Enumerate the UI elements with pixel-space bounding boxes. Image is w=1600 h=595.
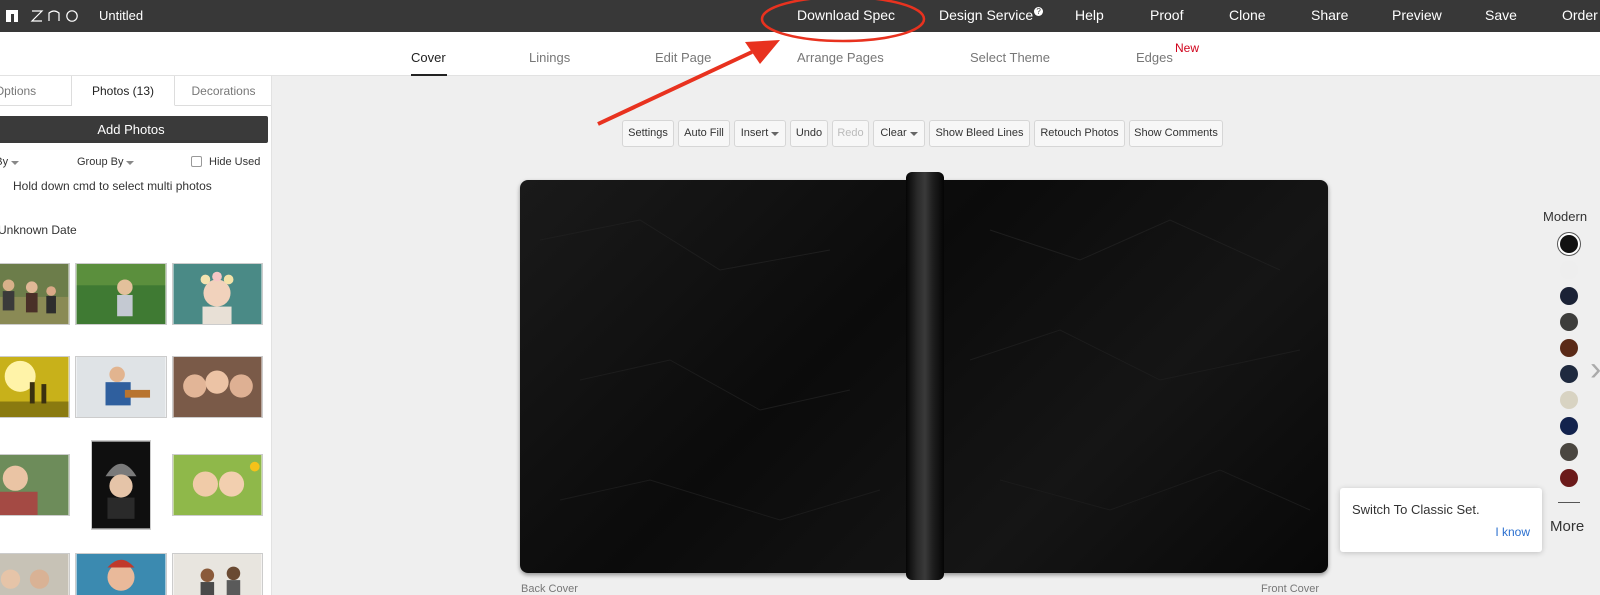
- multi-select-hint: Hold down cmd to select multi photos: [13, 179, 212, 193]
- show-bleed-lines-button[interactable]: Show Bleed Lines: [929, 120, 1030, 147]
- photo-thumbnail[interactable]: [172, 356, 263, 418]
- chevron-right-icon[interactable]: ›: [1590, 350, 1600, 389]
- insert-button[interactable]: Insert: [734, 120, 786, 147]
- classic-set-tooltip: Switch To Classic Set. I know: [1340, 488, 1542, 552]
- download-spec-button[interactable]: Download Spec: [797, 7, 895, 23]
- tooltip-message: Switch To Classic Set.: [1352, 502, 1480, 517]
- hide-used-checkbox[interactable]: [191, 156, 202, 167]
- more-swatches-button[interactable]: More: [1550, 518, 1584, 535]
- auto-fill-button[interactable]: Auto Fill: [678, 120, 730, 147]
- divider: [1558, 502, 1580, 503]
- material-set-name: Modern: [1543, 209, 1588, 224]
- color-swatch[interactable]: [1560, 235, 1578, 253]
- color-swatch[interactable]: [1560, 443, 1578, 461]
- design-service-label: Design Service: [939, 7, 1034, 23]
- share-button[interactable]: Share: [1311, 7, 1348, 23]
- preview-button[interactable]: Preview: [1392, 7, 1442, 23]
- chevron-down-icon: [11, 161, 20, 165]
- save-button[interactable]: Save: [1485, 7, 1517, 23]
- color-swatch[interactable]: [1560, 261, 1578, 279]
- clear-button[interactable]: Clear: [873, 120, 925, 147]
- top-bar: Untitled Download Spec Design Service? H…: [0, 0, 1600, 32]
- color-swatch[interactable]: [1560, 287, 1578, 305]
- chevron-down-icon: [909, 132, 918, 136]
- show-comments-button[interactable]: Show Comments: [1129, 120, 1223, 147]
- tab-linings[interactable]: Linings: [529, 50, 570, 65]
- chevron-down-icon: [126, 161, 135, 165]
- tab-edges[interactable]: Edges: [1136, 50, 1173, 65]
- order-button[interactable]: Order: [1562, 7, 1598, 23]
- new-badge: New: [1175, 41, 1200, 55]
- chevron-down-icon: [771, 132, 780, 136]
- zno-logo[interactable]: [6, 8, 86, 24]
- help-badge-icon: ?: [1034, 7, 1044, 16]
- photo-thumbnail[interactable]: [0, 263, 70, 325]
- color-swatch[interactable]: [1560, 469, 1578, 487]
- color-swatch[interactable]: [1560, 417, 1578, 435]
- color-swatch[interactable]: [1560, 313, 1578, 331]
- group-by-label: Group By: [77, 156, 124, 168]
- clear-label: Clear: [880, 127, 907, 139]
- panel-tab-photos-label: Photos (13): [91, 84, 155, 98]
- sort-by-label: Sort By: [0, 156, 9, 168]
- add-photos-button[interactable]: Add Photos: [0, 116, 268, 143]
- color-swatch[interactable]: [1560, 391, 1578, 409]
- document-title[interactable]: Untitled: [99, 8, 143, 23]
- left-panel: Options Photos (13) Decorations Add Phot…: [0, 76, 272, 595]
- tab-cover[interactable]: Cover: [411, 50, 446, 65]
- proof-button[interactable]: Proof: [1150, 7, 1183, 23]
- tab-edit-page[interactable]: Edit Page: [655, 50, 711, 65]
- photo-thumbnail[interactable]: [0, 454, 70, 516]
- photo-thumbnail[interactable]: [0, 356, 70, 418]
- active-tab-indicator: [411, 74, 447, 76]
- design-service-button[interactable]: Design Service?: [939, 7, 1044, 23]
- editor-tabs: Cover Linings Edit Page Arrange Pages Se…: [0, 32, 1600, 76]
- settings-button[interactable]: Settings: [622, 120, 674, 147]
- panel-tab-photos[interactable]: Photos (13): [72, 76, 175, 106]
- undo-button[interactable]: Undo: [790, 120, 828, 147]
- photo-thumbnail[interactable]: [172, 454, 263, 516]
- photo-group-label: Unknown Date: [0, 223, 77, 237]
- hide-used-label: Hide Used: [209, 156, 261, 168]
- photo-thumbnail[interactable]: [75, 553, 167, 595]
- panel-tab-decorations-label: Decorations: [191, 84, 256, 98]
- photo-thumbnail[interactable]: [0, 553, 70, 595]
- panel-tab-decorations[interactable]: Decorations: [175, 76, 271, 106]
- photo-thumbnail[interactable]: [91, 440, 151, 530]
- photo-thumbnail[interactable]: [75, 263, 167, 325]
- redo-button: Redo: [832, 120, 869, 147]
- panel-tab-options-label: Options: [0, 84, 37, 98]
- book-spine[interactable]: [906, 172, 944, 580]
- color-swatch[interactable]: [1560, 339, 1578, 357]
- back-cover-label: Back Cover: [521, 583, 578, 595]
- retouch-photos-button[interactable]: Retouch Photos: [1034, 120, 1125, 147]
- tab-arrange-pages[interactable]: Arrange Pages: [797, 50, 884, 65]
- photo-thumbnail[interactable]: [172, 553, 263, 595]
- front-cover-label: Front Cover: [1261, 583, 1320, 595]
- clone-button[interactable]: Clone: [1229, 7, 1266, 23]
- color-swatch[interactable]: [1560, 365, 1578, 383]
- group-by-dropdown[interactable]: Group By: [77, 156, 135, 168]
- help-button[interactable]: Help: [1075, 7, 1104, 23]
- insert-label: Insert: [740, 127, 769, 139]
- photo-thumbnail[interactable]: [172, 263, 263, 325]
- tab-select-theme[interactable]: Select Theme: [970, 50, 1050, 65]
- dismiss-tooltip-button[interactable]: I know: [1495, 525, 1530, 539]
- panel-tab-options[interactable]: Options: [0, 76, 72, 106]
- photo-thumbnail[interactable]: [75, 356, 167, 418]
- sort-by-dropdown[interactable]: Sort By: [0, 156, 20, 168]
